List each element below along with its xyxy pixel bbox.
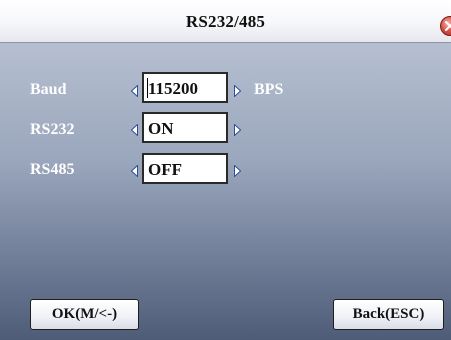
title-bar: RS232/485 [0,0,451,43]
baud-value: 115200 [148,79,199,98]
back-button[interactable]: Back(ESC) [333,299,444,330]
baud-next-arrow-icon[interactable] [234,85,241,97]
rs232-label: RS232 [30,121,75,138]
baud-prev-arrow-icon[interactable] [131,85,138,97]
rs232-value: ON [148,119,174,138]
ok-button[interactable]: OK(M/<-) [30,299,139,330]
rs485-label: RS485 [30,161,75,178]
close-icon[interactable] [440,16,451,36]
rs232-prev-arrow-icon[interactable] [131,124,138,136]
baud-value-field[interactable]: 115200 [142,72,228,103]
close-x-glyph [445,21,451,31]
device-screen: RS232/485 Baud 115200 BPS RS232 ON RS485… [0,0,451,340]
window-title: RS232/485 [185,12,266,31]
rs485-value-field[interactable]: OFF [142,153,228,184]
rs485-next-arrow-icon[interactable] [234,165,241,177]
rs232-next-arrow-icon[interactable] [234,124,241,136]
baud-label: Baud [30,81,67,98]
rs232-value-field[interactable]: ON [142,112,228,143]
baud-unit-label: BPS [254,81,284,98]
rs485-value: OFF [148,160,182,179]
rs485-prev-arrow-icon[interactable] [131,165,138,177]
